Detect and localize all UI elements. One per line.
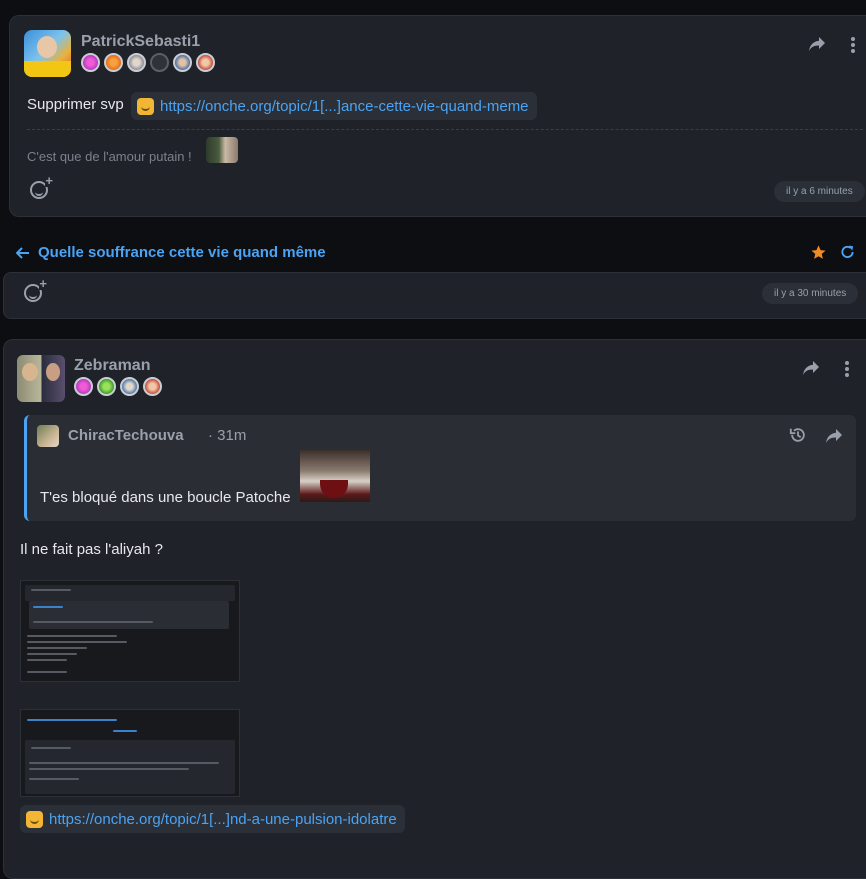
star-icon[interactable] bbox=[810, 244, 827, 264]
avatar[interactable] bbox=[24, 30, 71, 77]
quote-text: T'es bloqué dans une boucle Patoche bbox=[40, 489, 291, 506]
more-vertical-icon[interactable] bbox=[844, 360, 850, 381]
post-message: Il ne fait pas l'aliyah ? bbox=[20, 541, 163, 558]
avatar[interactable] bbox=[37, 425, 59, 447]
more-vertical-icon[interactable] bbox=[850, 36, 856, 57]
add-reaction-icon[interactable] bbox=[24, 277, 47, 302]
badge-icon bbox=[74, 377, 93, 396]
badges bbox=[81, 53, 215, 72]
quote-username[interactable]: ChiracTechouva bbox=[68, 427, 184, 444]
badge-icon bbox=[120, 377, 139, 396]
back-arrow-icon[interactable] bbox=[15, 245, 30, 263]
quote-time: · 31m bbox=[208, 427, 247, 444]
badges bbox=[74, 377, 162, 396]
badge-icon bbox=[104, 53, 123, 72]
share-icon[interactable] bbox=[802, 360, 820, 379]
username[interactable]: Zebraman bbox=[74, 357, 150, 375]
topic-header: Quelle souffrance cette vie quand même bbox=[0, 234, 866, 272]
badge-icon bbox=[143, 377, 162, 396]
signature: C'est que de l'amour putain ! bbox=[27, 149, 192, 164]
badge-icon bbox=[81, 53, 100, 72]
topic-timestamp: il y a 30 minutes bbox=[762, 283, 859, 304]
quoted-message: ChiracTechouva · 31m T'es bloqué dans un… bbox=[24, 415, 856, 521]
signature-image bbox=[206, 137, 238, 163]
badge-icon bbox=[150, 53, 169, 72]
post-message: Supprimer svp bbox=[27, 96, 124, 113]
embedded-screenshot[interactable] bbox=[20, 580, 240, 682]
refresh-icon[interactable] bbox=[840, 244, 855, 263]
history-icon[interactable] bbox=[789, 426, 807, 447]
username[interactable]: PatrickSebasti1 bbox=[81, 33, 200, 51]
avatar[interactable] bbox=[17, 355, 65, 402]
reaction-sticker-image bbox=[300, 450, 370, 502]
topic-action-bar: il y a 30 minutes bbox=[3, 272, 866, 319]
emoji-icon bbox=[26, 810, 43, 828]
signature-divider bbox=[27, 129, 863, 130]
emoji-icon bbox=[137, 97, 154, 115]
badge-icon bbox=[173, 53, 192, 72]
topic-link-text[interactable]: https://onche.org/topic/1[...]nd-a-une-p… bbox=[49, 811, 397, 828]
post-timestamp: il y a 6 minutes bbox=[774, 181, 865, 202]
topic-link[interactable]: https://onche.org/topic/1[...]ance-cette… bbox=[131, 92, 537, 120]
share-icon[interactable] bbox=[825, 428, 843, 447]
badge-icon bbox=[97, 377, 116, 396]
embedded-screenshot[interactable] bbox=[20, 709, 240, 797]
badge-icon bbox=[127, 53, 146, 72]
share-icon[interactable] bbox=[808, 36, 826, 55]
post-card: PatrickSebasti1 Supprimer svp https://on… bbox=[9, 15, 866, 217]
badge-icon bbox=[196, 53, 215, 72]
topic-link[interactable]: https://onche.org/topic/1[...]nd-a-une-p… bbox=[20, 805, 405, 833]
topic-link-text[interactable]: https://onche.org/topic/1[...]ance-cette… bbox=[160, 98, 529, 115]
topic-title[interactable]: Quelle souffrance cette vie quand même bbox=[38, 244, 326, 261]
add-reaction-icon[interactable] bbox=[30, 174, 53, 199]
